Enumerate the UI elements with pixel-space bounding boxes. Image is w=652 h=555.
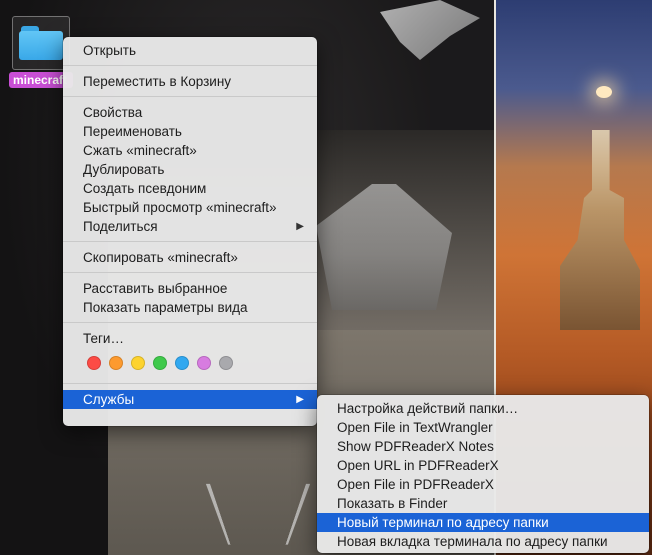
submenu-item-label: Настройка действий папки… xyxy=(337,401,519,416)
menu-item-services[interactable]: Службы ▶ xyxy=(63,390,317,409)
menu-separator xyxy=(63,322,317,323)
services-submenu: Настройка действий папки… Open File in Te… xyxy=(317,395,649,553)
menu-item-label: Открыть xyxy=(83,43,137,58)
menu-item-label: Скопировать «minecraft» xyxy=(83,250,238,265)
tag-color-dot[interactable] xyxy=(87,356,101,370)
menu-item-get-info[interactable]: Свойства xyxy=(63,103,317,122)
submenu-item-reveal-in-finder[interactable]: Показать в Finder xyxy=(317,494,649,513)
folder-icon[interactable] xyxy=(12,16,70,70)
menu-separator xyxy=(63,383,317,384)
menu-item-make-alias[interactable]: Создать псевдоним xyxy=(63,179,317,198)
menu-item-label: Переместить в Корзину xyxy=(83,74,232,89)
submenu-item-label: Open File in PDFReaderX xyxy=(337,477,494,492)
menu-separator xyxy=(63,241,317,242)
submenu-item-open-url-pdfreaderx[interactable]: Open URL in PDFReaderX xyxy=(317,456,649,475)
submenu-item-label: Open File in TextWrangler xyxy=(337,420,493,435)
menu-item-share[interactable]: Поделиться ▶ xyxy=(63,217,317,236)
menu-item-label: Поделиться xyxy=(83,219,158,234)
menu-item-quick-look[interactable]: Быстрый просмотр «minecraft» xyxy=(63,198,317,217)
tag-color-dot[interactable] xyxy=(109,356,123,370)
submenu-item-label: Новый терминал по адресу папки xyxy=(337,515,549,530)
menu-item-compress[interactable]: Сжать «minecraft» xyxy=(63,141,317,160)
menu-item-label: Расставить выбранное xyxy=(83,281,228,296)
tag-color-dot[interactable] xyxy=(153,356,167,370)
menu-separator xyxy=(63,272,317,273)
tag-color-row xyxy=(63,348,317,378)
context-menu: Открыть Переместить в Корзину Свойства Пере… xyxy=(63,37,317,426)
menu-item-open[interactable]: Открыть xyxy=(63,41,317,60)
menu-item-label: Теги… xyxy=(83,331,124,346)
submenu-arrow-icon: ▶ xyxy=(296,394,304,405)
submenu-item-open-textwrangler[interactable]: Open File in TextWrangler xyxy=(317,418,649,437)
menu-item-show-view-options[interactable]: Показать параметры вида xyxy=(63,298,317,317)
tag-color-dot[interactable] xyxy=(131,356,145,370)
tag-color-dot[interactable] xyxy=(197,356,211,370)
menu-item-clean-up-selection[interactable]: Расставить выбранное xyxy=(63,279,317,298)
submenu-item-label: Show PDFReaderX Notes xyxy=(337,439,494,454)
folder-body xyxy=(19,31,63,60)
submenu-item-label: Open URL in PDFReaderX xyxy=(337,458,499,473)
menu-item-label: Показать параметры вида xyxy=(83,300,248,315)
submenu-item-pdfreaderx-notes[interactable]: Show PDFReaderX Notes xyxy=(317,437,649,456)
menu-item-copy[interactable]: Скопировать «minecraft» xyxy=(63,248,317,267)
menu-item-rename[interactable]: Переименовать xyxy=(63,122,317,141)
menu-item-duplicate[interactable]: Дублировать xyxy=(63,160,317,179)
menu-item-move-to-trash[interactable]: Переместить в Корзину xyxy=(63,72,317,91)
submenu-item-open-file-pdfreaderx[interactable]: Open File in PDFReaderX xyxy=(317,475,649,494)
submenu-item-label: Новая вкладка терминала по адресу папки xyxy=(337,534,608,549)
submenu-item-new-terminal-tab-at-folder[interactable]: Новая вкладка терминала по адресу папки xyxy=(317,532,649,551)
tag-color-dot[interactable] xyxy=(219,356,233,370)
menu-item-label: Дублировать xyxy=(83,162,165,177)
menu-item-label: Свойства xyxy=(83,105,143,120)
menu-separator xyxy=(63,96,317,97)
menu-item-label: Переименовать xyxy=(83,124,182,139)
menu-separator xyxy=(63,65,317,66)
folder-graphic xyxy=(19,26,63,60)
menu-item-label: Быстрый просмотр «minecraft» xyxy=(83,200,277,215)
menu-item-tags[interactable]: Теги… xyxy=(63,329,317,348)
menu-item-label: Службы xyxy=(83,392,135,407)
menu-item-label: Сжать «minecraft» xyxy=(83,143,197,158)
tag-color-dot[interactable] xyxy=(175,356,189,370)
submenu-arrow-icon: ▶ xyxy=(296,221,304,232)
wallpaper-sun xyxy=(596,86,612,98)
submenu-item-new-terminal-at-folder[interactable]: Новый терминал по адресу папки xyxy=(317,513,649,532)
menu-item-label: Создать псевдоним xyxy=(83,181,207,196)
submenu-item-label: Показать в Finder xyxy=(337,496,448,511)
submenu-item-folder-actions-setup[interactable]: Настройка действий папки… xyxy=(317,399,649,418)
